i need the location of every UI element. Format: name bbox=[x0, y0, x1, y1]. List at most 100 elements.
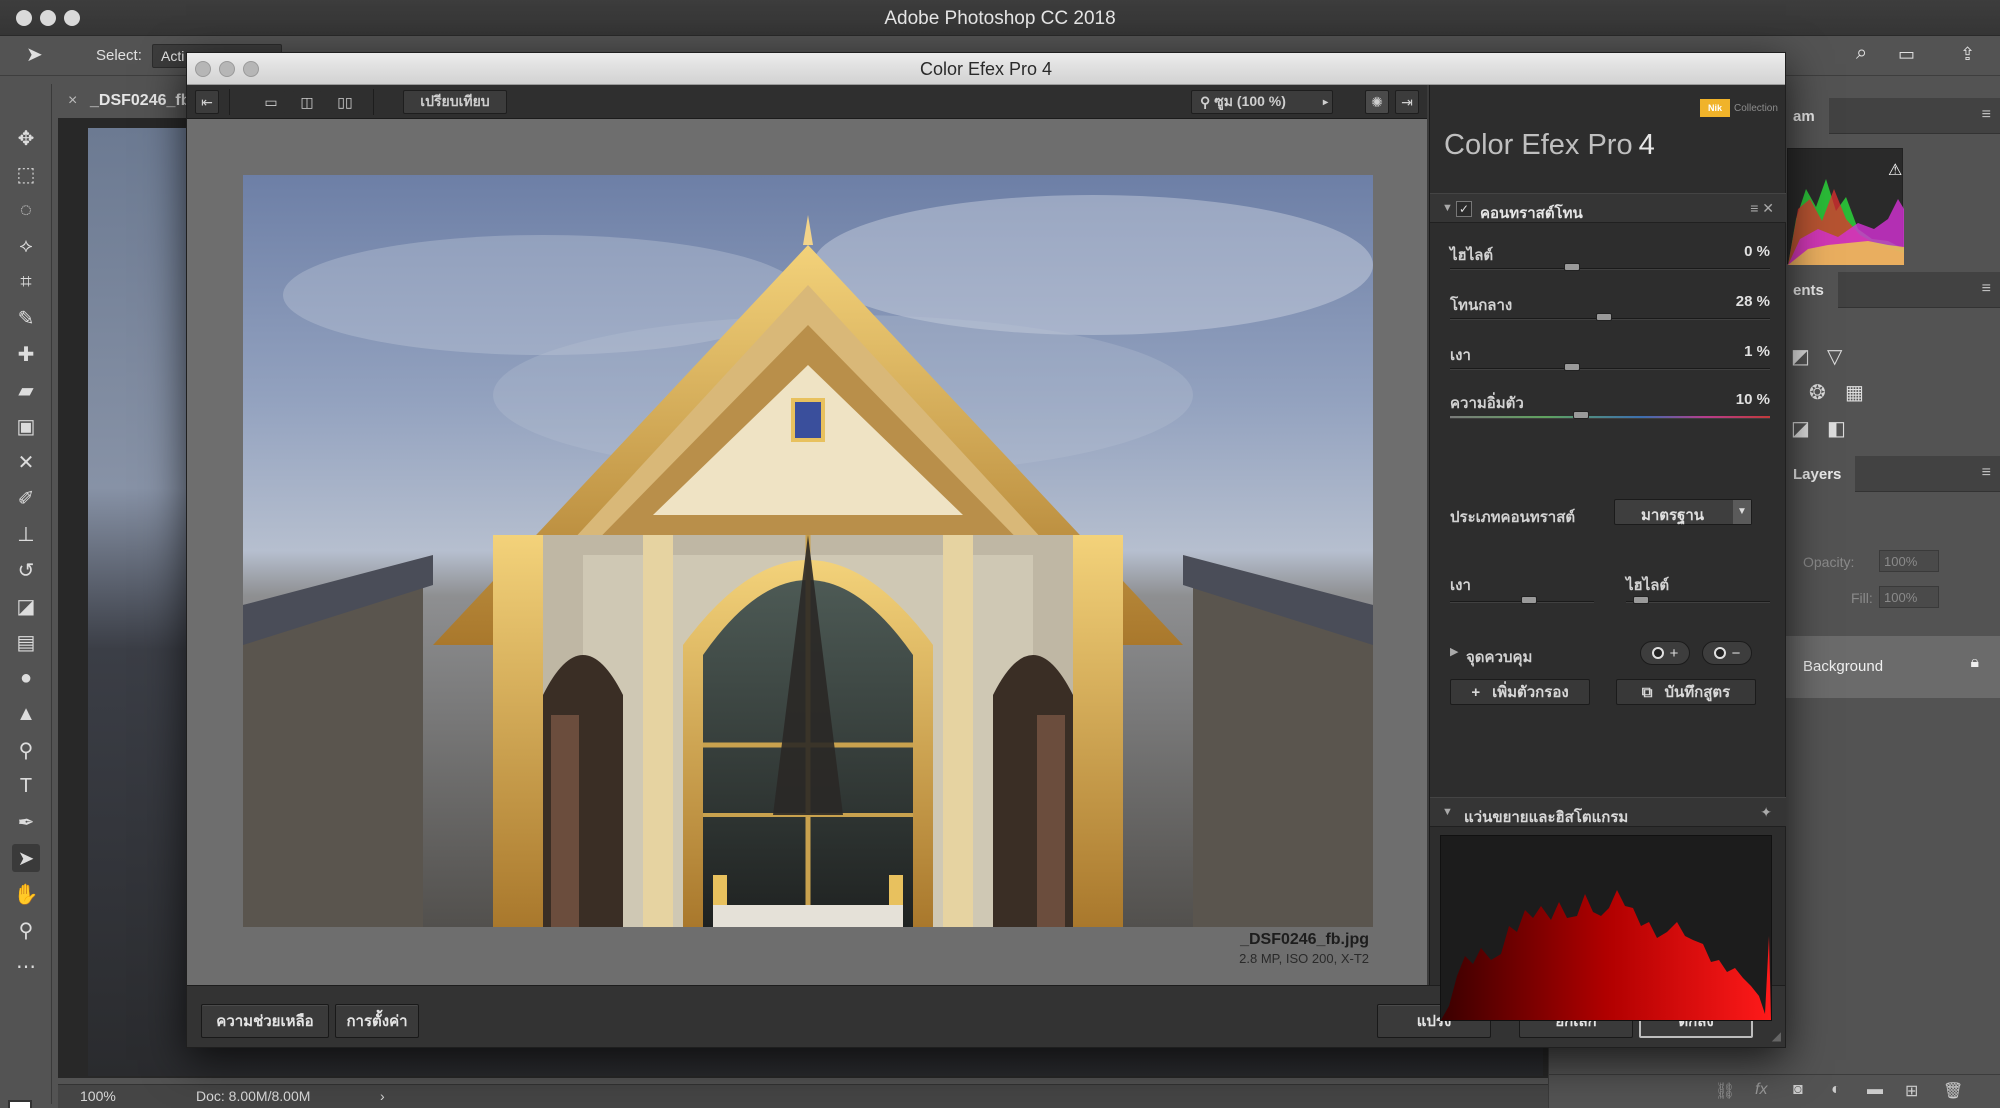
collapse-loupe-icon[interactable]: ▼ bbox=[1442, 806, 1453, 818]
add-mask-icon[interactable]: ◙ bbox=[1793, 1081, 1803, 1099]
link-layers-icon[interactable]: ⛓ bbox=[1715, 1081, 1735, 1101]
toggle-control-panel-icon[interactable]: ⇥ bbox=[1395, 90, 1419, 114]
slider-handle[interactable] bbox=[1563, 363, 1580, 371]
new-group-icon[interactable]: ▬ bbox=[1867, 1081, 1883, 1099]
tools-panel: ✥ ⬚ ◌ ⟡ ⌗ ✎ ✚ ▰ ▣ ✕ ✐ ⊥ ↺ ◪ ▤ ● ▲ ⚲ T ✒ … bbox=[0, 84, 52, 1108]
resize-grip-icon[interactable]: ◢ bbox=[1772, 1029, 1781, 1043]
add-control-point-button[interactable]: + bbox=[1640, 641, 1690, 665]
move-tool-icon[interactable]: ✥ bbox=[12, 124, 40, 152]
filter-header[interactable]: ▼ ✓ คอนทราสต์โทน ≡ ✕ bbox=[1430, 193, 1786, 223]
fx-icon[interactable]: fx bbox=[1755, 1081, 1767, 1099]
plus-icon: + bbox=[1669, 644, 1679, 662]
panel-menu-icon[interactable]: ≡ bbox=[1982, 280, 1991, 298]
opacity-field[interactable]: 100% bbox=[1879, 550, 1939, 572]
move-tool-preset-icon[interactable]: ➤ bbox=[26, 42, 43, 67]
loupe-histogram-header[interactable]: ▼ แว่นขยายและฮิสโตแกรม ✦ bbox=[1430, 797, 1786, 827]
preview-photo[interactable] bbox=[243, 175, 1373, 927]
gradient-tool-icon[interactable]: ▤ bbox=[12, 628, 40, 656]
filter-options-icon[interactable]: ≡ ✕ bbox=[1750, 200, 1774, 217]
file-meta: 2.8 MP, ISO 200, X-T2 bbox=[1239, 951, 1369, 966]
slider-track[interactable] bbox=[1450, 416, 1770, 419]
highlight-protect-slider[interactable]: ไฮไลต์ bbox=[1626, 573, 1770, 613]
more-tools-icon[interactable]: ⋯ bbox=[12, 952, 40, 980]
eyedropper-tool-icon[interactable]: ✎ bbox=[12, 304, 40, 332]
new-adjustment-icon[interactable]: ◐ bbox=[1831, 1081, 1841, 1099]
zoom-tool-icon[interactable]: ⚲ bbox=[12, 916, 40, 944]
fill-field[interactable]: 100% bbox=[1879, 586, 1939, 608]
slider-saturation[interactable]: ความอิ่มตัว 10 % bbox=[1450, 391, 1770, 437]
panel-menu-icon[interactable]: ≡ bbox=[1982, 106, 1991, 124]
zoom-dropdown[interactable]: ⚲ ซูม (100 %) ▸ bbox=[1191, 90, 1333, 114]
blur-tool-icon[interactable]: ● bbox=[12, 664, 40, 692]
save-recipe-button[interactable]: ⧉ บันทึกสูตร bbox=[1616, 679, 1756, 705]
slider-handle[interactable] bbox=[1633, 596, 1650, 604]
toggle-filter-list-icon[interactable]: ⇤ bbox=[195, 90, 219, 114]
gradient-map-adjustment-icon[interactable]: ▽ bbox=[1827, 344, 1842, 369]
quick-select-tool-icon[interactable]: ⟡ bbox=[12, 232, 40, 260]
slider-highlights[interactable]: ไฮไลต์ 0 % bbox=[1450, 243, 1770, 289]
document-tab[interactable]: × _DSF0246_fb bbox=[58, 84, 191, 118]
single-view-icon[interactable]: ▭ bbox=[257, 90, 285, 114]
stamp-tool-icon[interactable]: ⊥ bbox=[12, 520, 40, 548]
tab-adjustments[interactable]: ents bbox=[1779, 272, 1838, 308]
close-tab-icon[interactable]: × bbox=[68, 92, 77, 110]
compare-button[interactable]: เปรียบเทียบ bbox=[403, 90, 507, 114]
tab-layers[interactable]: Layers bbox=[1779, 456, 1856, 492]
status-menu-icon[interactable]: › bbox=[380, 1088, 385, 1104]
dropdown-arrow-icon: ▼ bbox=[1733, 500, 1751, 524]
layer-row-background[interactable]: Background 🔒︎ bbox=[1779, 636, 2000, 698]
sharpen-tool-icon[interactable]: ▲ bbox=[12, 700, 40, 728]
lookup-adjustment-icon[interactable]: ▦ bbox=[1845, 380, 1864, 405]
invert-adjustment-icon[interactable]: ◪ bbox=[1791, 416, 1810, 441]
remove-control-point-button[interactable]: − bbox=[1702, 641, 1752, 665]
expand-control-points-icon[interactable]: ▶ bbox=[1450, 645, 1458, 658]
crop-tool-icon[interactable]: ⌗ bbox=[12, 268, 40, 296]
help-button[interactable]: ความช่วยเหลือ bbox=[201, 1004, 329, 1038]
marquee-tool-icon[interactable]: ⬚ bbox=[12, 160, 40, 188]
type-tool-icon[interactable]: T bbox=[12, 772, 40, 800]
share-icon[interactable]: ⇪ bbox=[1960, 44, 1975, 65]
healing-tool-icon[interactable]: ✚ bbox=[12, 340, 40, 368]
frame-tool-icon[interactable]: ▣ bbox=[12, 412, 40, 440]
foreground-color-swatch[interactable] bbox=[8, 1100, 32, 1108]
slider-track[interactable] bbox=[1450, 268, 1770, 270]
path-select-tool-icon[interactable]: ➤ bbox=[12, 844, 40, 872]
hand-tool-icon[interactable]: ✋ bbox=[12, 880, 40, 908]
brush-tool-icon[interactable]: ✐ bbox=[12, 484, 40, 512]
slider-handle[interactable] bbox=[1521, 596, 1538, 604]
side-by-side-view-icon[interactable]: ▯▯ bbox=[331, 90, 359, 114]
pen-tool-icon[interactable]: ✒ bbox=[12, 808, 40, 836]
history-brush-icon[interactable]: ↺ bbox=[12, 556, 40, 584]
bandage-tool-icon[interactable]: ▰ bbox=[12, 376, 40, 404]
slider-shadows[interactable]: เงา 1 % bbox=[1450, 343, 1770, 389]
pin-icon[interactable]: ✦ bbox=[1760, 804, 1772, 821]
add-filter-button[interactable]: + เพิ่มตัวกรอง bbox=[1450, 679, 1590, 705]
content-aware-move-icon[interactable]: ✕ bbox=[12, 448, 40, 476]
slider-handle[interactable] bbox=[1573, 411, 1590, 419]
dodge-tool-icon[interactable]: ⚲ bbox=[12, 736, 40, 764]
slider-track[interactable] bbox=[1450, 368, 1770, 370]
histogram-thumbnail: ⚠ bbox=[1787, 148, 1904, 265]
shadow-protect-slider[interactable]: เงา bbox=[1450, 573, 1594, 613]
exposure-adjustment-icon[interactable]: ◩ bbox=[1791, 344, 1810, 369]
zoom-level[interactable]: 100% bbox=[80, 1088, 116, 1104]
panel-menu-icon[interactable]: ≡ bbox=[1982, 464, 1991, 482]
workspace-icon[interactable]: ▭ bbox=[1898, 44, 1915, 65]
contrast-type-dropdown[interactable]: มาตรฐาน ▼ bbox=[1614, 499, 1752, 525]
background-brightness-icon[interactable]: ✺ bbox=[1365, 90, 1389, 114]
slider-handle[interactable] bbox=[1595, 313, 1612, 321]
filter-enabled-checkbox[interactable]: ✓ bbox=[1456, 201, 1472, 217]
settings-button[interactable]: การตั้งค่า bbox=[335, 1004, 419, 1038]
threshold-adjustment-icon[interactable]: ◧ bbox=[1827, 416, 1846, 441]
slider-midtones[interactable]: โทนกลาง 28 % bbox=[1450, 293, 1770, 339]
new-layer-icon[interactable]: ⊞ bbox=[1905, 1081, 1918, 1101]
delete-layer-icon[interactable]: 🗑︎ bbox=[1943, 1081, 1963, 1101]
split-view-icon[interactable]: ◫ bbox=[293, 90, 321, 114]
search-icon[interactable]: ⌕ bbox=[1856, 42, 1867, 65]
lasso-tool-icon[interactable]: ◌ bbox=[12, 196, 40, 224]
tab-histogram[interactable]: am bbox=[1779, 98, 1829, 134]
collapse-filter-icon[interactable]: ▼ bbox=[1442, 202, 1453, 214]
eraser-tool-icon[interactable]: ◪ bbox=[12, 592, 40, 620]
slider-handle[interactable] bbox=[1563, 263, 1580, 271]
color-balance-adjustment-icon[interactable]: ❂ bbox=[1809, 380, 1826, 405]
